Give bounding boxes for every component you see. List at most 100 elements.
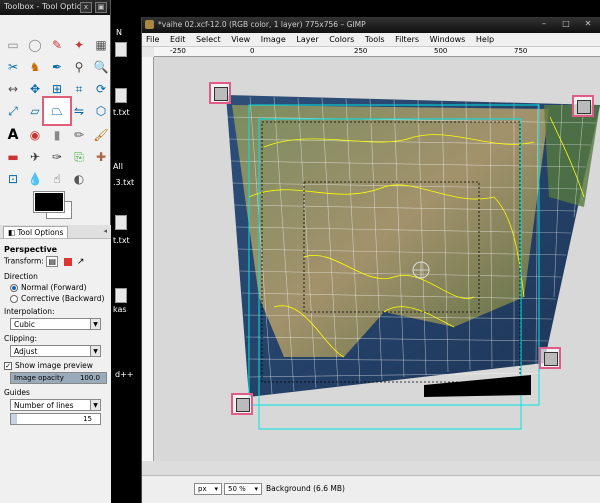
tab-tool-options[interactable]: ◧ Tool Options xyxy=(3,226,69,238)
menu-image[interactable]: Image xyxy=(261,35,286,44)
status-spacer xyxy=(142,461,600,475)
minimize-icon[interactable]: – xyxy=(534,19,554,31)
maximize-icon[interactable]: □ xyxy=(556,19,576,31)
corner-handle-top-right[interactable] xyxy=(572,95,594,117)
desktop-label: d++ xyxy=(115,370,134,379)
menu-layer[interactable]: Layer xyxy=(296,35,318,44)
measure-tool-icon[interactable]: ↔ xyxy=(4,80,22,98)
rotate-tool-icon[interactable]: ⟳ xyxy=(92,80,110,98)
close-icon[interactable]: ✕ xyxy=(578,19,598,31)
scale-tool-icon[interactable]: ⤢ xyxy=(4,102,22,120)
transform-label: Transform: xyxy=(4,256,44,266)
corner-handle-bottom-left[interactable] xyxy=(231,393,253,415)
desktop-label: kas xyxy=(113,305,127,314)
status-text: Background (6.6 MB) xyxy=(266,484,345,493)
land-mass xyxy=(544,105,600,207)
image-canvas[interactable] xyxy=(154,57,600,461)
chevron-down-icon: ▾ xyxy=(214,485,218,493)
blur-tool-icon[interactable]: 💧 xyxy=(26,170,44,188)
toolbox-title: Toolbox - Tool Options xyxy=(4,2,91,11)
ruler-tick: 0 xyxy=(250,47,255,55)
select-by-color-tool-icon[interactable]: ▦ xyxy=(92,36,110,54)
bucket-fill-tool-icon[interactable]: ◉ xyxy=(26,126,44,144)
desktop-file-icon[interactable] xyxy=(115,288,127,303)
fuzzy-select-tool-icon[interactable]: ✦ xyxy=(70,36,88,54)
dock-button[interactable]: ▣ xyxy=(95,2,107,13)
zoom-tool-icon[interactable]: 🔍 xyxy=(92,58,110,76)
gimp-title: *vaihe 02.xcf-12.0 (RGB color, 1 layer) … xyxy=(158,20,366,29)
menu-edit[interactable]: Edit xyxy=(170,35,186,44)
paths-tool-icon[interactable]: ✒ xyxy=(48,58,66,76)
chevron-down-icon: ▼ xyxy=(90,346,100,356)
toolbox-titlebar[interactable]: Toolbox - Tool Options x ▣ xyxy=(0,0,110,15)
menu-tools[interactable]: Tools xyxy=(365,35,385,44)
menu-file[interactable]: File xyxy=(146,35,159,44)
foreground-color-swatch[interactable] xyxy=(33,191,65,213)
menu-filters[interactable]: Filters xyxy=(395,35,419,44)
ellipse-select-tool-icon[interactable]: ◯ xyxy=(26,36,44,54)
cage-tool-icon[interactable]: ⬡ xyxy=(92,102,110,120)
transform-path-icon[interactable]: ↗ xyxy=(77,257,85,267)
clipping-label: Clipping: xyxy=(4,334,38,343)
pencil-tool-icon[interactable]: ✏ xyxy=(70,126,88,144)
close-button[interactable]: x xyxy=(80,2,92,13)
opacity-label: Image opacity xyxy=(14,374,64,382)
menu-colors[interactable]: Colors xyxy=(329,35,354,44)
desktop-file-icon[interactable] xyxy=(115,42,127,57)
desktop-file-icon[interactable] xyxy=(115,88,127,103)
menu-windows[interactable]: Windows xyxy=(430,35,466,44)
eraser-tool-icon[interactable]: ▬ xyxy=(4,148,22,166)
horizontal-ruler[interactable]: -250 0 250 500 750 xyxy=(154,47,600,57)
vertical-ruler[interactable] xyxy=(142,57,154,461)
tool-heading: Perspective xyxy=(4,245,58,254)
paintbrush-tool-icon[interactable]: 🖌 xyxy=(92,126,110,144)
free-select-tool-icon[interactable]: ✎ xyxy=(48,36,66,54)
heal-tool-icon[interactable]: ✚ xyxy=(92,148,110,166)
show-preview-checkbox[interactable]: ✓ Show image preview xyxy=(4,361,107,370)
dodge-burn-tool-icon[interactable]: ◐ xyxy=(70,170,88,188)
desktop-label: .3.txt xyxy=(113,178,135,187)
zoom-select[interactable]: 50 % ▾ xyxy=(224,483,262,495)
corner-handle-bottom-right[interactable] xyxy=(539,347,561,369)
clipping-select[interactable]: Adjust ▼ xyxy=(10,345,101,357)
foreground-select-tool-icon[interactable]: ♞ xyxy=(26,58,44,76)
gimp-titlebar[interactable]: *vaihe 02.xcf-12.0 (RGB color, 1 layer) … xyxy=(142,17,600,33)
smudge-tool-icon[interactable]: ☝ xyxy=(48,170,66,188)
desktop-file-icon[interactable] xyxy=(115,215,127,230)
shear-tool-icon[interactable]: ▱ xyxy=(26,102,44,120)
zoom-value: 50 % xyxy=(228,485,246,493)
transform-row: Transform: ▤ ↗ xyxy=(4,256,107,267)
perspective-tool-icon[interactable]: ⏢ xyxy=(42,96,72,126)
scissors-tool-icon[interactable]: ✂ xyxy=(4,58,22,76)
color-picker-tool-icon[interactable]: ⚲ xyxy=(70,58,88,76)
direction-normal-radio[interactable]: Normal (Forward) xyxy=(10,283,107,292)
airbrush-tool-icon[interactable]: ✈ xyxy=(26,148,44,166)
transform-layer-icon[interactable]: ▤ xyxy=(46,256,59,267)
transform-selection-icon[interactable] xyxy=(63,257,72,266)
rect-select-tool-icon[interactable]: ▭ xyxy=(4,36,22,54)
image-opacity-slider[interactable]: Image opacity 100.0 xyxy=(10,372,107,384)
align-tool-icon[interactable]: ⊞ xyxy=(48,80,66,98)
flip-tool-icon[interactable]: ⇋ xyxy=(70,102,88,120)
direction-normal-label: Normal (Forward) xyxy=(21,283,87,292)
menu-select[interactable]: Select xyxy=(196,35,221,44)
direction-corrective-radio[interactable]: Corrective (Backward) xyxy=(10,294,107,303)
radio-icon xyxy=(10,284,18,292)
guides-label: Guides xyxy=(4,388,30,397)
text-tool-icon[interactable]: A xyxy=(4,126,22,144)
blend-tool-icon[interactable]: ▮ xyxy=(48,126,66,144)
crop-tool-icon[interactable]: ⌗ xyxy=(70,80,88,98)
tab-menu-icon[interactable]: ◂ xyxy=(103,227,107,235)
guide-lines-spinner[interactable]: 15 xyxy=(10,413,101,425)
unit-select[interactable]: px ▾ xyxy=(194,483,222,495)
move-tool-icon[interactable]: ✥ xyxy=(26,80,44,98)
menu-help[interactable]: Help xyxy=(476,35,494,44)
fg-bg-colors[interactable] xyxy=(30,191,72,220)
interpolation-select[interactable]: Cubic ▼ xyxy=(10,318,101,330)
perspective-clone-tool-icon[interactable]: ⊡ xyxy=(4,170,22,188)
ink-tool-icon[interactable]: ✑ xyxy=(48,148,66,166)
clone-tool-icon[interactable]: ⎘ xyxy=(70,148,88,166)
corner-handle-top-left[interactable] xyxy=(209,82,231,104)
menu-view[interactable]: View xyxy=(231,35,250,44)
guides-select[interactable]: Number of lines ▼ xyxy=(10,399,101,411)
